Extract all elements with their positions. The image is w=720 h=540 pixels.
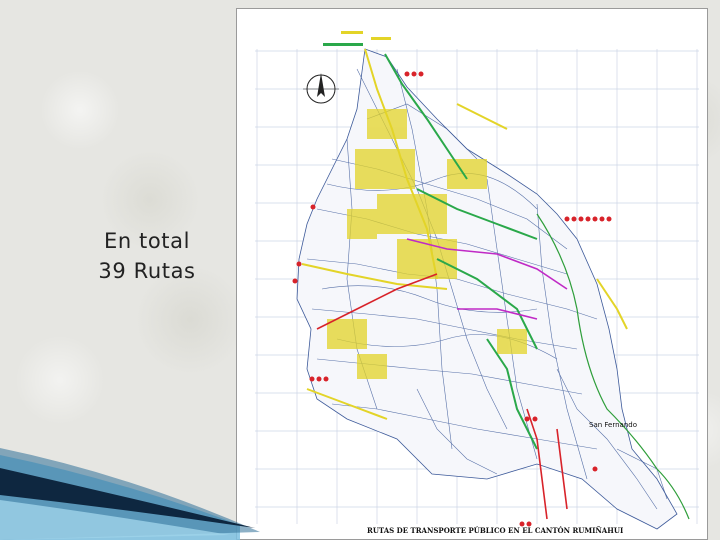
- route-count-caption: En total 39 Rutas: [62, 226, 232, 286]
- place-label: San Fernando: [589, 421, 637, 429]
- map-svg: San Fernando RUTAS DE TRANSPORTE PÚBLICO…: [255, 31, 699, 535]
- canton-boundary: [296, 48, 678, 530]
- north-arrow-icon: [303, 73, 339, 104]
- map-legend-tags: [323, 31, 391, 46]
- route-map: San Fernando RUTAS DE TRANSPORTE PÚBLICO…: [236, 8, 708, 540]
- caption-line-2: 39 Rutas: [98, 259, 196, 283]
- caption-line-1: En total: [103, 229, 191, 253]
- decorative-swoosh: [0, 448, 260, 540]
- map-footer-title: RUTAS DE TRANSPORTE PÚBLICO EN EL CANTÓN…: [367, 526, 623, 535]
